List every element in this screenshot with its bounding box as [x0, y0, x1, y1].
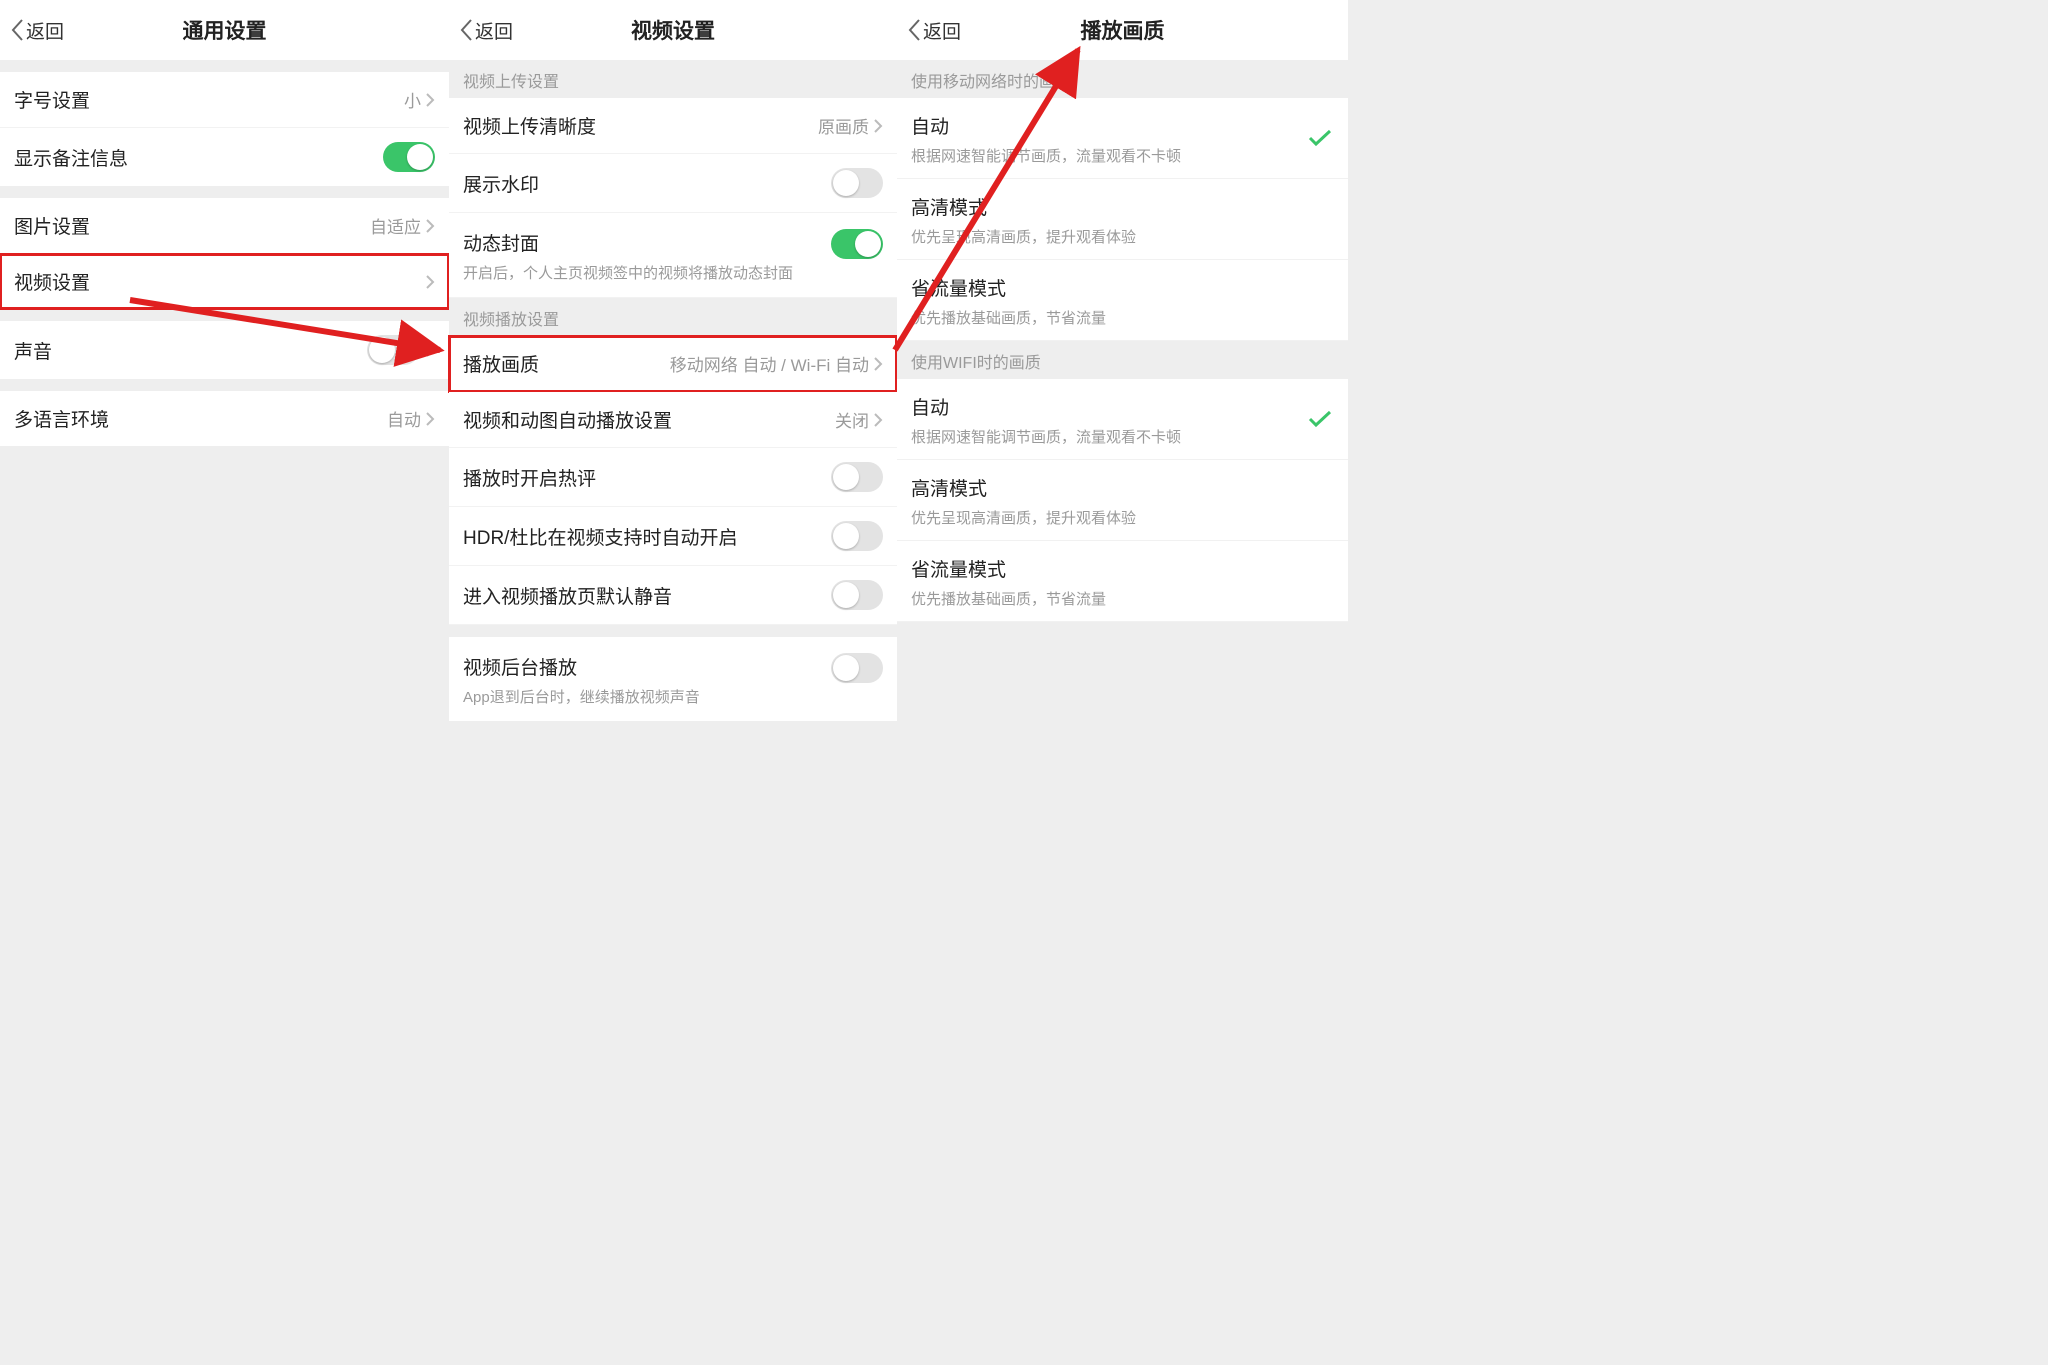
row-language[interactable]: 多语言环境 自动 [0, 391, 449, 446]
row-autoplay[interactable]: 视频和动图自动播放设置 关闭 [449, 392, 897, 448]
toggle-watermark[interactable] [831, 168, 883, 198]
row-label: HDR/杜比在视频支持时自动开启 [463, 523, 737, 550]
chevron-right-icon [425, 92, 435, 108]
section-upload: 视频上传设置 [449, 60, 897, 98]
header: 返回 通用设置 [0, 0, 449, 60]
option-sub: 优先呈现高清画质，提升观看体验 [911, 507, 1334, 528]
toggle-hdr-dolby[interactable] [831, 521, 883, 551]
page-title: 视频设置 [449, 0, 897, 60]
row-label: 播放时开启热评 [463, 464, 596, 491]
check-icon [1308, 129, 1332, 147]
row-sub: 开启后，个人主页视频签中的视频将播放动态封面 [463, 262, 793, 283]
toggle-sound[interactable] [367, 335, 419, 365]
option-wifi-auto[interactable]: 自动 根据网速智能调节画质，流量观看不卡顿 [897, 379, 1348, 460]
row-default-mute[interactable]: 进入视频播放页默认静音 [449, 566, 897, 625]
option-title: 高清模式 [911, 474, 1334, 501]
row-label: 动态封面 [463, 229, 793, 256]
row-value: 自动 [387, 406, 421, 431]
option-mobile-auto[interactable]: 自动 根据网速智能调节画质，流量观看不卡顿 [897, 98, 1348, 179]
option-wifi-hd[interactable]: 高清模式 优先呈现高清画质，提升观看体验 [897, 460, 1348, 541]
row-background-play[interactable]: 视频后台播放 App退到后台时，继续播放视频声音 [449, 637, 897, 721]
toggle-background-play[interactable] [831, 653, 883, 683]
check-icon [1308, 410, 1332, 428]
chevron-right-icon [873, 412, 883, 428]
row-label: 视频和动图自动播放设置 [463, 406, 672, 433]
row-sub: App退到后台时，继续播放视频声音 [463, 686, 700, 707]
row-value: 小 [404, 87, 421, 112]
page-title: 通用设置 [0, 0, 449, 60]
pane-play-quality: 返回 播放画质 使用移动网络时的画质 自动 根据网速智能调节画质，流量观看不卡顿… [897, 0, 1348, 622]
row-label: 多语言环境 [14, 405, 109, 432]
row-label: 声音 [14, 337, 52, 364]
row-font-size[interactable]: 字号设置 小 [0, 72, 449, 128]
option-title: 省流量模式 [911, 274, 1334, 301]
row-value: 移动网络 自动 / Wi-Fi 自动 [670, 351, 869, 376]
chevron-right-icon [873, 118, 883, 134]
row-watermark[interactable]: 展示水印 [449, 154, 897, 213]
section-wifi: 使用WIFI时的画质 [897, 341, 1348, 379]
section-mobile: 使用移动网络时的画质 [897, 60, 1348, 98]
row-label: 进入视频播放页默认静音 [463, 582, 672, 609]
option-title: 省流量模式 [911, 555, 1334, 582]
option-sub: 优先播放基础画质，节省流量 [911, 307, 1334, 328]
row-label: 视频设置 [14, 268, 90, 295]
row-video-settings[interactable]: 视频设置 [0, 254, 449, 309]
row-hdr-dolby[interactable]: HDR/杜比在视频支持时自动开启 [449, 507, 897, 566]
option-title: 高清模式 [911, 193, 1334, 220]
toggle-dynamic-cover[interactable] [831, 229, 883, 259]
chevron-right-icon [425, 342, 435, 358]
toggle-hot-comments[interactable] [831, 462, 883, 492]
chevron-right-icon [425, 274, 435, 290]
row-upload-quality[interactable]: 视频上传清晰度 原画质 [449, 98, 897, 154]
option-wifi-save[interactable]: 省流量模式 优先播放基础画质，节省流量 [897, 541, 1348, 622]
row-label: 视频上传清晰度 [463, 112, 596, 139]
row-sound[interactable]: 声音 [0, 321, 449, 379]
chevron-right-icon [873, 356, 883, 372]
option-title: 自动 [911, 112, 1334, 139]
row-value: 关闭 [835, 407, 869, 432]
pane-video-settings: 返回 视频设置 视频上传设置 视频上传清晰度 原画质 展示水印 动态封面 开启后… [449, 0, 897, 721]
row-value: 原画质 [818, 113, 869, 138]
row-hot-comments[interactable]: 播放时开启热评 [449, 448, 897, 507]
header: 返回 播放画质 [897, 0, 1348, 60]
row-dynamic-cover[interactable]: 动态封面 开启后，个人主页视频签中的视频将播放动态封面 [449, 213, 897, 298]
chevron-right-icon [425, 411, 435, 427]
option-sub: 根据网速智能调节画质，流量观看不卡顿 [911, 426, 1334, 447]
row-show-notes[interactable]: 显示备注信息 [0, 128, 449, 186]
section-play: 视频播放设置 [449, 298, 897, 336]
toggle-default-mute[interactable] [831, 580, 883, 610]
pane-general-settings: 返回 通用设置 字号设置 小 显示备注信息 图片设置 自适应 视频设置 [0, 0, 449, 458]
row-label: 图片设置 [14, 212, 90, 239]
row-label: 展示水印 [463, 170, 539, 197]
header: 返回 视频设置 [449, 0, 897, 60]
row-label: 显示备注信息 [14, 144, 128, 171]
row-play-quality[interactable]: 播放画质 移动网络 自动 / Wi-Fi 自动 [449, 336, 897, 392]
row-label: 视频后台播放 [463, 653, 700, 680]
option-sub: 根据网速智能调节画质，流量观看不卡顿 [911, 145, 1334, 166]
option-mobile-hd[interactable]: 高清模式 优先呈现高清画质，提升观看体验 [897, 179, 1348, 260]
page-title: 播放画质 [897, 0, 1348, 60]
option-title: 自动 [911, 393, 1334, 420]
option-sub: 优先播放基础画质，节省流量 [911, 588, 1334, 609]
chevron-right-icon [425, 218, 435, 234]
row-label: 播放画质 [463, 350, 539, 377]
toggle-show-notes[interactable] [383, 142, 435, 172]
option-mobile-save[interactable]: 省流量模式 优先播放基础画质，节省流量 [897, 260, 1348, 341]
row-label: 字号设置 [14, 86, 90, 113]
row-image-settings[interactable]: 图片设置 自适应 [0, 198, 449, 254]
option-sub: 优先呈现高清画质，提升观看体验 [911, 226, 1334, 247]
row-value: 自适应 [370, 213, 421, 238]
